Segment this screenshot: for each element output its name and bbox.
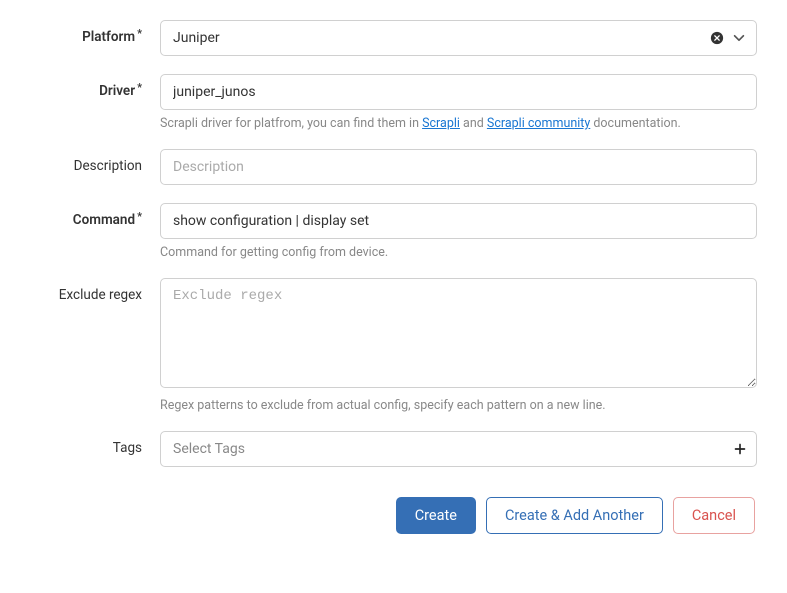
command-row: Command* Command for getting config from… (30, 203, 757, 260)
exclude-regex-row: Exclude regex Regex patterns to exclude … (30, 278, 757, 413)
create-add-another-button[interactable]: Create & Add Another (486, 497, 663, 534)
tags-label: Tags (30, 431, 160, 456)
exclude-regex-textarea[interactable] (160, 278, 757, 388)
required-asterisk: * (137, 27, 142, 40)
driver-help: Scrapli driver for platfrom, you can fin… (160, 116, 757, 131)
platform-label: Platform* (30, 20, 160, 45)
chevron-down-icon[interactable] (732, 31, 746, 45)
description-input[interactable] (160, 149, 757, 185)
scrapli-community-link[interactable]: Scrapli community (487, 116, 590, 131)
exclude-regex-field: Regex patterns to exclude from actual co… (160, 278, 757, 413)
platform-field: Juniper (160, 20, 757, 56)
tags-field: Select Tags (160, 431, 757, 467)
exclude-regex-label: Exclude regex (30, 278, 160, 303)
platform-row: Platform* Juniper (30, 20, 757, 56)
platform-value: Juniper (161, 21, 710, 55)
create-button[interactable]: Create (396, 497, 476, 534)
command-field: Command for getting config from device. (160, 203, 757, 260)
platform-select[interactable]: Juniper (160, 20, 757, 56)
tags-placeholder: Select Tags (161, 432, 734, 466)
required-asterisk: * (137, 210, 142, 223)
tags-select[interactable]: Select Tags (160, 431, 757, 467)
command-help: Command for getting config from device. (160, 245, 757, 260)
clear-icon[interactable] (710, 31, 724, 45)
driver-input[interactable] (160, 74, 757, 110)
driver-field: Scrapli driver for platfrom, you can fin… (160, 74, 757, 131)
description-field (160, 149, 757, 185)
command-input[interactable] (160, 203, 757, 239)
description-label: Description (30, 149, 160, 174)
command-label: Command* (30, 203, 160, 228)
exclude-regex-help: Regex patterns to exclude from actual co… (160, 398, 757, 413)
description-row: Description (30, 149, 757, 185)
tags-row: Tags Select Tags (30, 431, 757, 467)
cancel-button[interactable]: Cancel (673, 497, 755, 534)
driver-label: Driver* (30, 74, 160, 99)
driver-row: Driver* Scrapli driver for platfrom, you… (30, 74, 757, 131)
plus-icon[interactable] (734, 443, 746, 455)
scrapli-link[interactable]: Scrapli (422, 116, 460, 131)
required-asterisk: * (137, 81, 142, 94)
button-row: Create Create & Add Another Cancel (30, 497, 757, 534)
